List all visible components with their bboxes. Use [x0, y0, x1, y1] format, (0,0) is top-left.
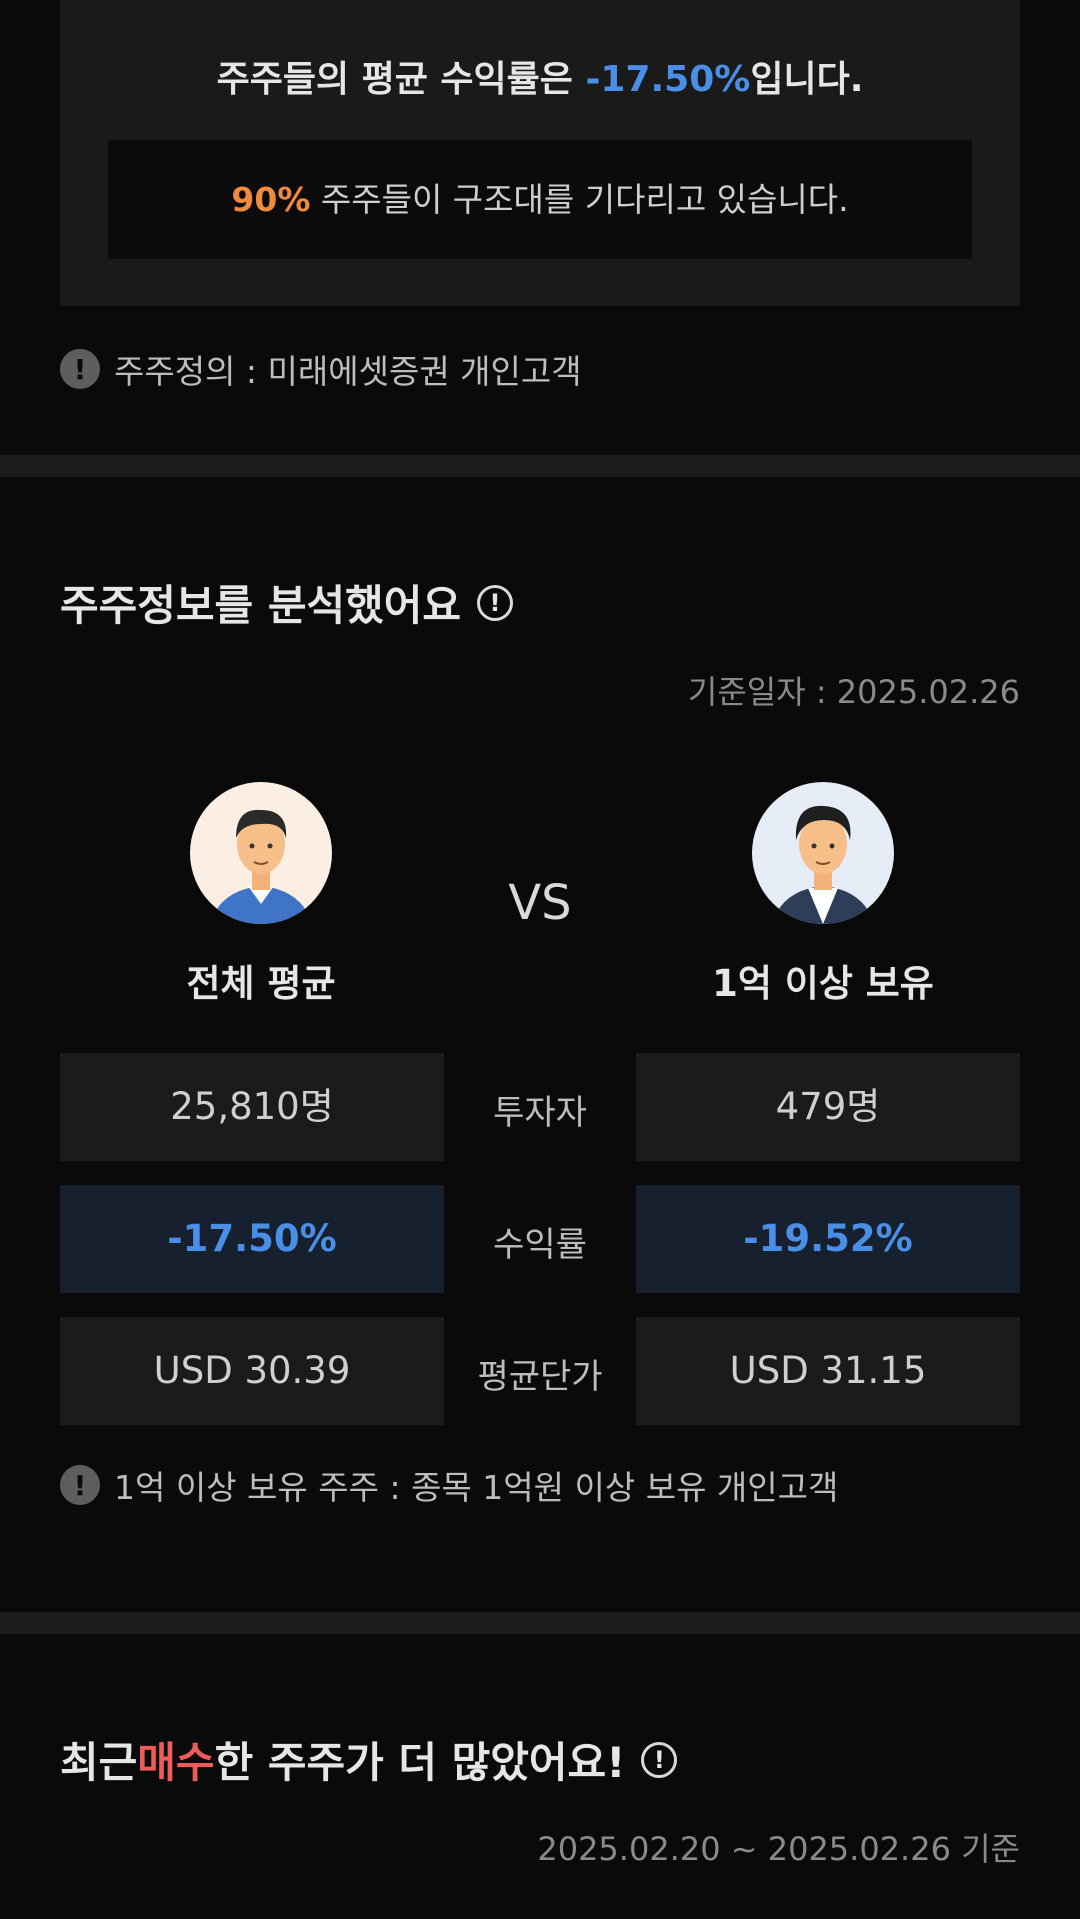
vs-label: VS	[508, 875, 572, 931]
left-group-label: 전체 평균	[186, 962, 336, 1005]
summary-box: 주주들의 평균 수익률은 -17.50%입니다. 90% 주주들이 구조대를 기…	[60, 0, 1020, 306]
left-investor-count: 25,810명	[60, 1053, 444, 1161]
title-suffix: 한 주주가 더 많았어요!	[214, 1738, 626, 1787]
right-return-rate: -19.52%	[636, 1185, 1020, 1293]
recent-trades-title: 최근 매수 한 주주가 더 많았어요! !	[60, 1729, 678, 1790]
date-range: 2025.02.20 ~ 2025.02.26 기준	[537, 1830, 1020, 1868]
note-text: 주주정의 : 미래에셋증권 개인고객	[114, 352, 582, 391]
left-return-rate: -17.50%	[60, 1185, 444, 1293]
info-icon[interactable]: !	[477, 584, 514, 621]
analysis-section: 주주정보를 분석했어요 ! 기준일자 : 2025.02.26 VS 전체 평균…	[0, 477, 1080, 1612]
title-prefix: 최근	[60, 1738, 138, 1787]
large-holder-definition-note: ! 1억 이상 보유 주주 : 종목 1억원 이상 보유 개인고객	[60, 1461, 838, 1509]
shareholder-definition-note: ! 주주정의 : 미래에셋증권 개인고객	[60, 345, 582, 393]
headline-suffix: 입니다.	[750, 59, 864, 100]
exclamation-icon: !	[60, 349, 100, 389]
row-label-average-price: 평균단가	[477, 1357, 603, 1397]
section-divider	[0, 455, 1080, 477]
section-divider	[0, 1612, 1080, 1634]
waiting-percent: 90%	[231, 180, 311, 219]
average-return-headline: 주주들의 평균 수익률은 -17.50%입니다.	[60, 50, 1020, 102]
base-date: 기준일자 : 2025.02.26	[687, 673, 1020, 711]
row-label-investors: 투자자	[493, 1093, 587, 1133]
title-highlight: 매수	[137, 1738, 215, 1787]
analysis-title: 주주정보를 분석했어요 !	[60, 572, 514, 633]
analysis-title-text: 주주정보를 분석했어요	[60, 581, 462, 630]
left-average-price: USD 30.39	[60, 1317, 444, 1425]
waiting-text: 주주들이 구조대를 기다리고 있습니다.	[310, 180, 849, 219]
right-average-price: USD 31.15	[636, 1317, 1020, 1425]
exclamation-icon: !	[60, 1465, 100, 1505]
note-text: 1억 이상 보유 주주 : 종목 1억원 이상 보유 개인고객	[114, 1468, 839, 1507]
right-group-label: 1억 이상 보유	[712, 962, 934, 1005]
waiting-shareholders-box: 90% 주주들이 구조대를 기다리고 있습니다.	[108, 140, 972, 259]
info-icon[interactable]: !	[641, 1741, 678, 1778]
recent-trades-section: 최근 매수 한 주주가 더 많았어요! ! 2025.02.20 ~ 2025.0…	[0, 1634, 1080, 1919]
headline-prefix: 주주들의 평균 수익률은	[216, 59, 586, 100]
summary-section: 주주들의 평균 수익률은 -17.50%입니다. 90% 주주들이 구조대를 기…	[0, 0, 1080, 455]
headline-return-value: -17.50%	[585, 59, 751, 100]
row-label-return: 수익률	[493, 1225, 587, 1265]
right-investor-count: 479명	[636, 1053, 1020, 1161]
avatar-large-holder	[752, 782, 894, 924]
